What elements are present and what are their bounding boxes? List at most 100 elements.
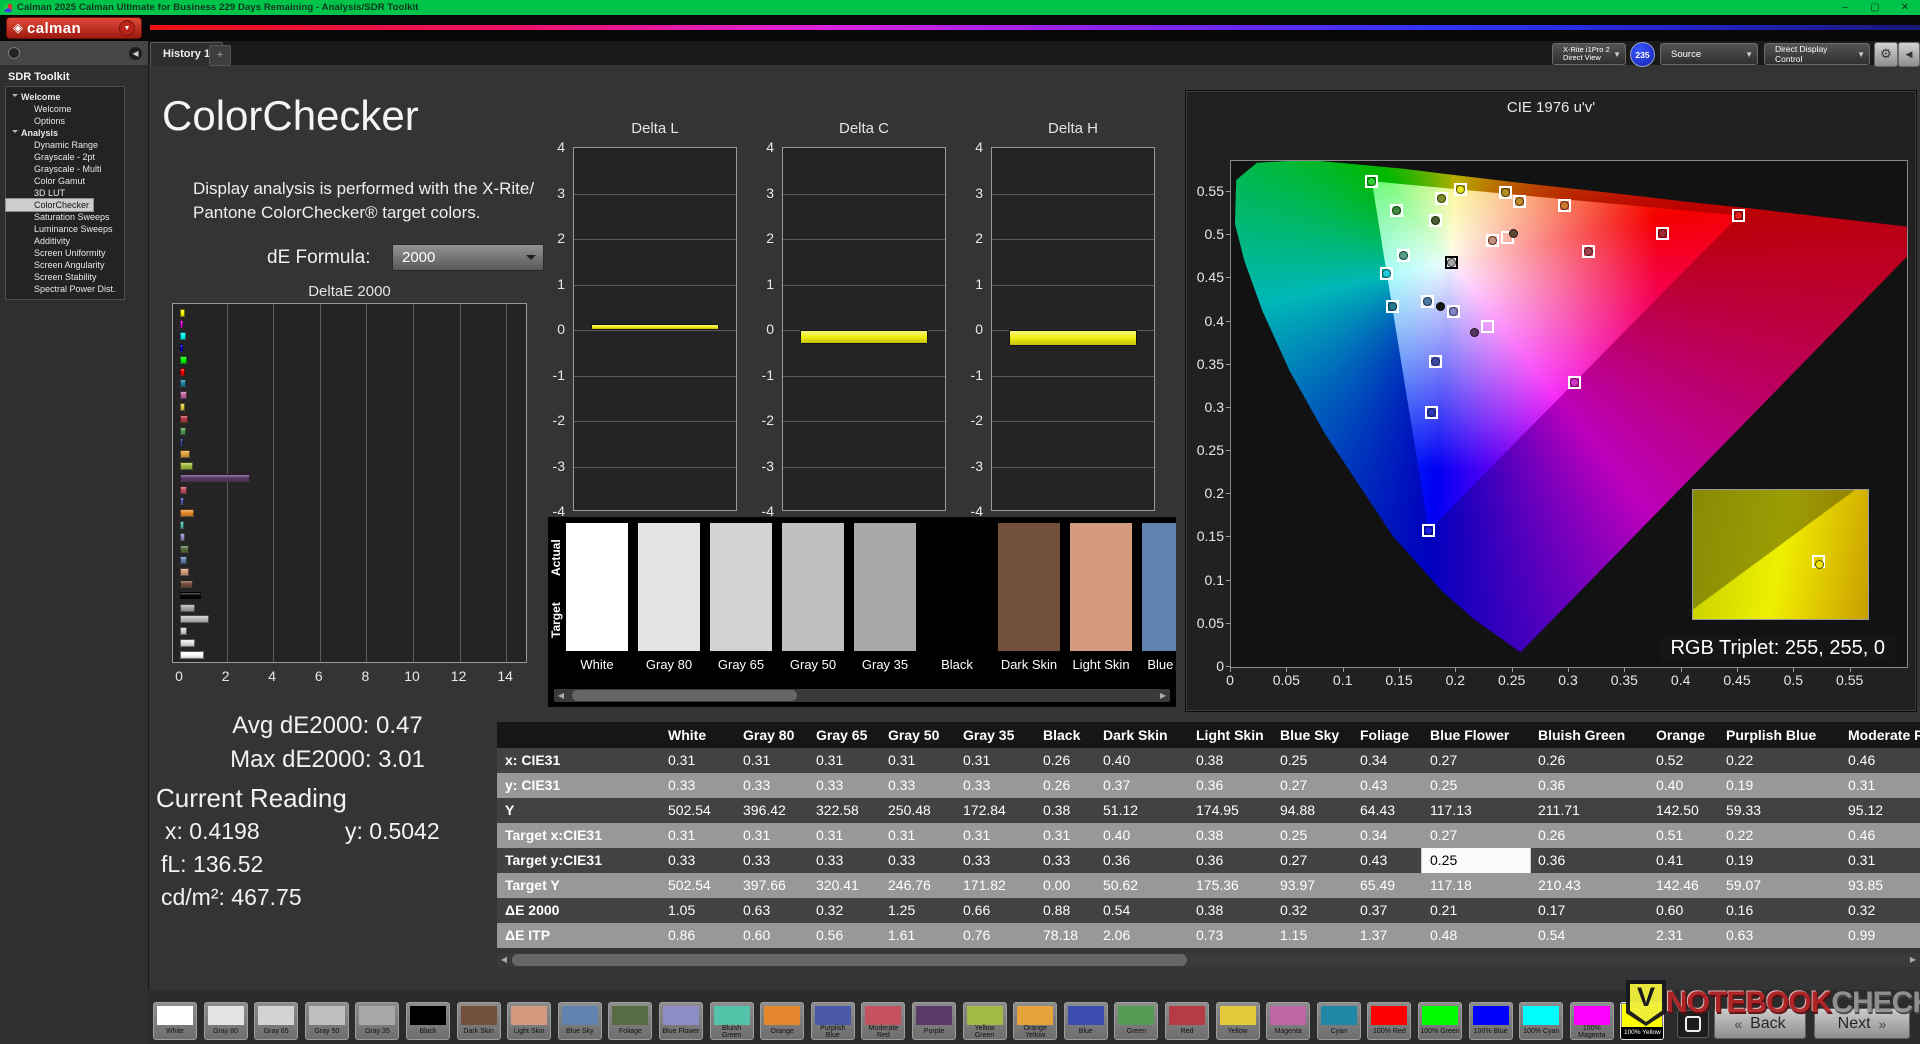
table-cell[interactable]: 0.88 xyxy=(1035,898,1095,923)
patch-button-gray-65[interactable]: Gray 65 xyxy=(254,1002,299,1040)
table-cell[interactable]: 0.37 xyxy=(1352,898,1422,923)
patch-button-gray-80[interactable]: Gray 80 xyxy=(203,1002,248,1040)
patch-button-100-yellow[interactable]: 100% Yellow xyxy=(1620,1002,1665,1040)
table-cell[interactable]: 0.31 xyxy=(808,823,880,848)
table-cell[interactable]: 0.22 xyxy=(1718,748,1840,773)
table-cell[interactable]: 0.31 xyxy=(660,823,735,848)
sidebar-item-color-gamut[interactable]: Color Gamut xyxy=(6,175,124,187)
table-cell[interactable]: 78.18 xyxy=(1035,923,1095,948)
table-cell[interactable]: 0.63 xyxy=(1718,923,1840,948)
table-cell[interactable]: 0.26 xyxy=(1530,823,1648,848)
table-cell[interactable]: 0.33 xyxy=(955,773,1035,798)
sidebar-item-options[interactable]: Options xyxy=(6,115,124,127)
table-cell[interactable]: 142.46 xyxy=(1648,873,1718,898)
patch-button-100-magenta[interactable]: 100% Magenta xyxy=(1569,1002,1614,1040)
table-cell[interactable]: 0.41 xyxy=(1648,848,1718,873)
table-cell[interactable]: 0.27 xyxy=(1422,823,1530,848)
calman-menu-button[interactable]: ◈ calman ▼ xyxy=(6,17,142,39)
table-cell[interactable]: 0.34 xyxy=(1352,748,1422,773)
table-cell[interactable]: 0.31 xyxy=(880,748,955,773)
table-cell[interactable]: 0.31 xyxy=(880,823,955,848)
table-cell[interactable]: 117.18 xyxy=(1422,873,1530,898)
table-cell[interactable]: 0.36 xyxy=(1188,773,1272,798)
scroll-left-icon[interactable]: ◀ xyxy=(554,689,568,702)
close-button[interactable]: ✕ xyxy=(1890,0,1920,15)
patch-button-100-blue[interactable]: 100% Blue xyxy=(1468,1002,1513,1040)
sidebar-item-spectral-power-dist-[interactable]: Spectral Power Dist. xyxy=(6,283,124,295)
table-cell[interactable]: 0.43 xyxy=(1352,848,1422,873)
source-dropdown[interactable]: Source ▼ xyxy=(1660,43,1758,65)
table-cell[interactable]: 0.32 xyxy=(1272,898,1352,923)
table-cell[interactable]: 0.73 xyxy=(1188,923,1272,948)
patch-button-moderate-red[interactable]: Moderate Red xyxy=(861,1002,906,1040)
meter-dropdown[interactable]: X-Rite i1Pro 2 Direct View ▼ xyxy=(1552,43,1626,65)
table-cell[interactable]: 0.32 xyxy=(1840,898,1920,923)
patch-button-black[interactable]: Black xyxy=(406,1002,450,1040)
table-cell[interactable]: 320.41 xyxy=(808,873,880,898)
table-cell[interactable]: 0.25 xyxy=(1421,848,1531,873)
next-button[interactable]: Next » xyxy=(1814,1008,1910,1039)
patch-button-100-cyan[interactable]: 100% Cyan xyxy=(1519,1002,1564,1040)
table-cell[interactable]: 93.97 xyxy=(1272,873,1352,898)
patch-button-orange[interactable]: Orange xyxy=(760,1002,805,1040)
table-cell[interactable]: 0.16 xyxy=(1718,898,1840,923)
display-control-dropdown[interactable]: Direct Display Control ▼ xyxy=(1764,43,1870,65)
table-cell[interactable]: 0.27 xyxy=(1422,748,1530,773)
table-cell[interactable]: 250.48 xyxy=(880,798,955,823)
panel-collapse-button[interactable]: ◀ xyxy=(1898,42,1920,67)
table-cell[interactable]: 0.19 xyxy=(1718,848,1840,873)
patch-button-100-red[interactable]: 100% Red xyxy=(1367,1002,1412,1040)
table-cell[interactable]: 0.46 xyxy=(1840,748,1920,773)
sidebar-item-welcome[interactable]: Welcome xyxy=(6,103,124,115)
table-cell[interactable]: 0.21 xyxy=(1422,898,1530,923)
table-cell[interactable]: 93.85 xyxy=(1840,873,1920,898)
table-cell[interactable]: 396.42 xyxy=(735,798,808,823)
table-cell[interactable]: 51.12 xyxy=(1095,798,1188,823)
table-cell[interactable]: 50.62 xyxy=(1095,873,1188,898)
table-cell[interactable]: 0.38 xyxy=(1188,823,1272,848)
table-cell[interactable]: 1.05 xyxy=(660,898,735,923)
table-cell[interactable]: 0.40 xyxy=(1095,823,1188,848)
patch-button-cyan[interactable]: Cyan xyxy=(1316,1002,1361,1040)
patch-button-orange-yellow[interactable]: Orange Yellow xyxy=(1013,1002,1058,1040)
table-cell[interactable]: 0.34 xyxy=(1352,823,1422,848)
table-cell[interactable]: 0.25 xyxy=(1272,748,1352,773)
table-cell[interactable]: 0.36 xyxy=(1095,848,1188,873)
table-cell[interactable]: 0.19 xyxy=(1718,773,1840,798)
scrollbar-thumb[interactable] xyxy=(572,690,797,701)
table-cell[interactable]: 0.31 xyxy=(955,823,1035,848)
table-cell[interactable]: 0.38 xyxy=(1035,798,1095,823)
table-cell[interactable]: 0.40 xyxy=(1095,748,1188,773)
sidebar-item-grayscale-2pt[interactable]: Grayscale - 2pt xyxy=(6,151,124,163)
patch-button-light-skin[interactable]: Light Skin xyxy=(507,1002,552,1040)
patch-button-yellow[interactable]: Yellow xyxy=(1215,1002,1260,1040)
swatch-scrollbar[interactable]: ◀ ▶ xyxy=(554,689,1170,702)
table-cell[interactable]: 0.33 xyxy=(955,848,1035,873)
sidebar-item-additivity[interactable]: Additivity xyxy=(6,235,124,247)
table-cell[interactable]: 246.76 xyxy=(880,873,955,898)
table-cell[interactable]: 0.33 xyxy=(660,848,735,873)
table-cell[interactable]: 0.33 xyxy=(660,773,735,798)
table-cell[interactable]: 0.37 xyxy=(1095,773,1188,798)
table-cell[interactable]: 0.43 xyxy=(1352,773,1422,798)
table-cell[interactable]: 0.31 xyxy=(1035,823,1095,848)
chevron-down-icon[interactable]: ▼ xyxy=(119,20,135,36)
table-cell[interactable]: 0.27 xyxy=(1272,773,1352,798)
table-cell[interactable]: 0.27 xyxy=(1272,848,1352,873)
table-cell[interactable]: 502.54 xyxy=(660,798,735,823)
table-cell[interactable]: 0.25 xyxy=(1272,823,1352,848)
table-cell[interactable]: 0.33 xyxy=(808,848,880,873)
scrollbar-thumb[interactable] xyxy=(512,954,1187,966)
patch-button-green[interactable]: Green xyxy=(1114,1002,1159,1040)
table-cell[interactable]: 0.54 xyxy=(1095,898,1188,923)
table-cell[interactable]: 0.66 xyxy=(955,898,1035,923)
patch-button-blue-sky[interactable]: Blue Sky xyxy=(557,1002,602,1040)
table-cell[interactable]: 2.06 xyxy=(1095,923,1188,948)
table-cell[interactable]: 397.66 xyxy=(735,873,808,898)
scroll-right-icon[interactable]: ▶ xyxy=(1156,689,1170,702)
patch-button-dark-skin[interactable]: Dark Skin xyxy=(456,1002,501,1040)
table-cell[interactable]: 117.13 xyxy=(1422,798,1530,823)
sidebar-item-screen-angularity[interactable]: Screen Angularity xyxy=(6,259,124,271)
table-cell[interactable]: 0.36 xyxy=(1530,848,1648,873)
table-cell[interactable]: 142.50 xyxy=(1648,798,1718,823)
